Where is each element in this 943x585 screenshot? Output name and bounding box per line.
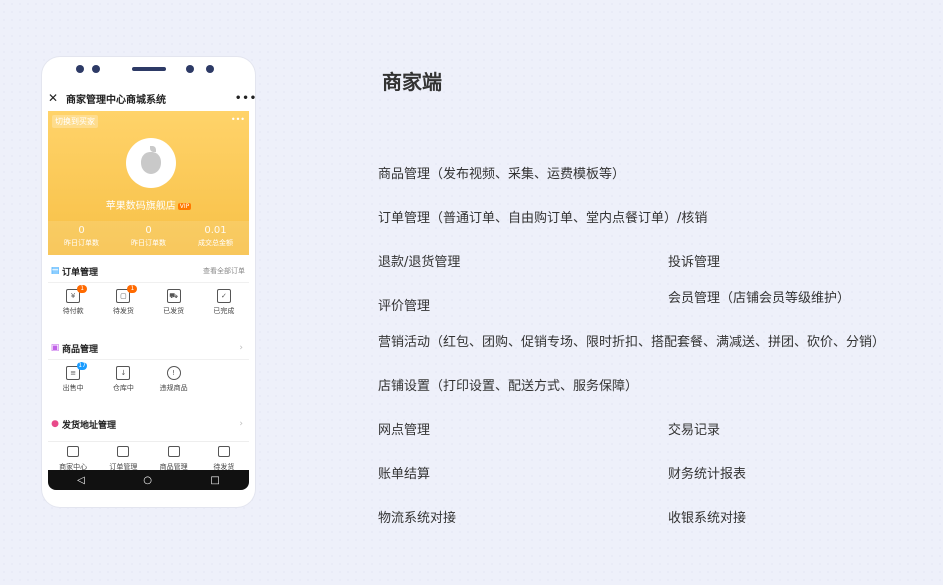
feature-transaction-records: 交易记录 <box>668 423 721 438</box>
stat-label: 昨日订单数 <box>64 239 99 247</box>
shop-name-text: 苹果数码旗舰店 <box>105 201 176 212</box>
order-status-label: 待付款 <box>62 307 84 315</box>
goods-icon <box>167 446 180 457</box>
order-status-pending-payment[interactable]: ¥ 1 待付款 <box>48 283 98 321</box>
goods-status-label: 仓库中 <box>112 384 134 392</box>
count-badge: 1 <box>127 285 138 293</box>
stat-value: 0 <box>78 225 85 236</box>
goods-section: ▣ 商品管理 › ≡ 17 出售中 ↓ 仓库中 ! 违规商品 <box>48 337 249 398</box>
count-badge: 17 <box>77 362 88 370</box>
stat-item: 0.01 成交总金额 <box>182 221 249 255</box>
banner-more-icon[interactable]: ••• <box>231 115 245 124</box>
feature-marketing-activities: 营销活动（红包、团购、促销专场、限时折扣、搭配套餐、满减送、拼团、砍价、分销） <box>378 335 886 350</box>
stat-item: 0 昨日订单数 <box>115 221 182 255</box>
feature-logistics-integration: 物流系统对接 <box>378 511 457 526</box>
apple-icon <box>141 146 161 174</box>
switch-to-buyer-button[interactable]: 切换到买家 <box>52 115 98 128</box>
android-nav-bar: ◁ ○ □ <box>48 470 249 490</box>
order-section-header[interactable]: ▤ 订单管理 查看全部订单 <box>48 260 249 283</box>
feature-goods-management: 商品管理（发布视频、采集、运费模板等） <box>378 167 626 182</box>
app-titlebar: ✕ 商家管理中心商城系统 ••• <box>48 87 255 109</box>
order-status-label: 已发货 <box>163 307 185 315</box>
goods-status-label: 出售中 <box>62 384 84 392</box>
truck-icon <box>217 446 230 457</box>
stat-value: 0.01 <box>204 225 227 236</box>
count-badge: 1 <box>77 285 88 293</box>
feature-cashier-integration: 收银系统对接 <box>668 511 747 526</box>
goods-section-title: 商品管理 <box>62 344 99 355</box>
camera-dot <box>92 65 100 73</box>
bottom-tab-bar: 商家中心 订单管理 商品管理 待发货 <box>48 441 249 471</box>
camera-dot <box>206 65 214 73</box>
home-icon <box>67 446 80 457</box>
feature-finance-reports: 财务统计报表 <box>668 467 747 482</box>
goods-in-warehouse[interactable]: ↓ 仓库中 <box>98 360 148 398</box>
feature-store-settings: 店铺设置（打印设置、配送方式、服务保障） <box>378 379 639 394</box>
goods-section-header[interactable]: ▣ 商品管理 › <box>48 337 249 360</box>
phone-top-bar <box>42 57 255 85</box>
goods-status-row: ≡ 17 出售中 ↓ 仓库中 ! 违规商品 <box>48 360 249 398</box>
order-section-title: 订单管理 <box>62 267 99 278</box>
order-section: ▤ 订单管理 查看全部订单 ¥ 1 待付款 ▢ 1 待发货 ⛟ 已发货 ✓ 已完… <box>48 260 249 321</box>
tab-pending-ship[interactable]: 待发货 <box>199 442 249 471</box>
phone-mockup: ✕ 商家管理中心商城系统 ••• 切换到买家 ••• 苹果数码旗舰店 VIP 0 … <box>42 57 255 507</box>
address-section-header[interactable]: ● 发货地址管理 › <box>48 413 249 435</box>
stat-label: 昨日订单数 <box>131 239 166 247</box>
camera-dot <box>76 65 84 73</box>
clipboard-icon: ✓ <box>216 289 231 303</box>
shop-name: 苹果数码旗舰店 VIP <box>48 197 249 212</box>
feature-bill-settlement: 账单结算 <box>378 467 431 482</box>
tab-order-management[interactable]: 订单管理 <box>98 442 148 471</box>
order-status-label: 已完成 <box>213 307 235 315</box>
stat-item: 0 昨日订单数 <box>48 221 115 255</box>
goods-violation[interactable]: ! 违规商品 <box>149 360 199 398</box>
feature-outlet-management: 网点管理 <box>378 423 431 438</box>
home-button-icon[interactable]: ○ <box>143 475 152 486</box>
close-icon[interactable]: ✕ <box>48 91 62 105</box>
stat-value: 0 <box>145 225 152 236</box>
order-status-row: ¥ 1 待付款 ▢ 1 待发货 ⛟ 已发货 ✓ 已完成 <box>48 283 249 321</box>
order-status-label: 待发货 <box>112 307 134 315</box>
stat-label: 成交总金额 <box>198 239 233 247</box>
order-list-icon: ▤ <box>50 266 60 276</box>
feature-complaint-management: 投诉管理 <box>668 255 721 270</box>
goods-icon: ▣ <box>50 343 60 353</box>
tab-merchant-center[interactable]: 商家中心 <box>48 442 98 471</box>
chevron-right-icon: › <box>239 343 243 353</box>
page-heading: 商家端 <box>382 70 442 94</box>
back-icon[interactable]: ◁ <box>77 475 85 486</box>
feature-review-management: 评价管理 <box>378 299 431 314</box>
order-status-completed[interactable]: ✓ 已完成 <box>199 283 249 321</box>
goods-status-label: 违规商品 <box>159 384 188 392</box>
order-icon <box>117 446 130 457</box>
more-icon[interactable]: ••• <box>235 93 255 104</box>
view-all-orders-link[interactable]: 查看全部订单 <box>203 266 249 276</box>
chevron-right-icon: › <box>239 419 243 429</box>
camera-dot <box>186 65 194 73</box>
app-title: 商家管理中心商城系统 <box>66 94 166 106</box>
feature-order-management: 订单管理（普通订单、自由购订单、堂内点餐订单）/核销 <box>378 211 708 226</box>
feature-refund-management: 退款/退货管理 <box>378 255 461 270</box>
location-pin-icon: ● <box>51 419 59 429</box>
recent-apps-icon[interactable]: □ <box>210 475 219 486</box>
goods-on-sale[interactable]: ≡ 17 出售中 <box>48 360 98 398</box>
speaker <box>132 67 166 71</box>
shop-stats: 0 昨日订单数 0 昨日订单数 0.01 成交总金额 <box>48 221 249 255</box>
order-status-pending-ship[interactable]: ▢ 1 待发货 <box>98 283 148 321</box>
order-status-shipped[interactable]: ⛟ 已发货 <box>149 283 199 321</box>
truck-icon: ⛟ <box>166 289 181 303</box>
shop-level-badge: VIP <box>177 202 192 210</box>
shop-logo <box>126 138 176 188</box>
warehouse-icon: ↓ <box>116 366 131 380</box>
shop-banner: 切换到买家 ••• 苹果数码旗舰店 VIP 0 昨日订单数 0 昨日订单数 0.0… <box>48 111 249 255</box>
warning-icon: ! <box>166 366 181 380</box>
address-section-title: 发货地址管理 <box>62 420 117 431</box>
address-section: ● 发货地址管理 › <box>48 413 249 435</box>
tab-goods-management[interactable]: 商品管理 <box>149 442 199 471</box>
feature-member-management: 会员管理（店铺会员等级维护） <box>668 291 851 306</box>
